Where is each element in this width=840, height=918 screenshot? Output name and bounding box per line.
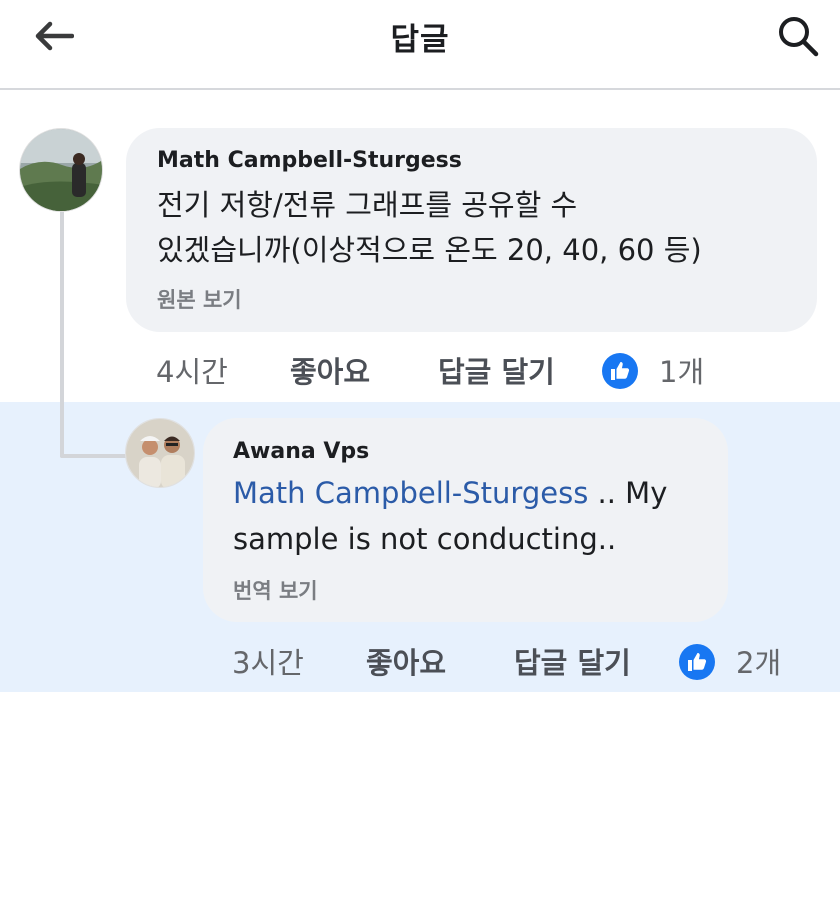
thread-connector	[60, 212, 126, 458]
comment-text-line-1: 전기 저항/전류 그래프를 공유할 수	[157, 188, 578, 222]
like-reaction-icon[interactable]	[678, 643, 716, 681]
reply-button[interactable]: 답글 달기	[438, 349, 555, 391]
page-title: 답글	[390, 22, 450, 58]
reaction-count[interactable]: 2개	[736, 640, 781, 682]
reply-text-inline: .. My	[588, 476, 668, 510]
comment-text-line-2: 있겠습니까(이상적으로 온도 20, 40, 60 등)	[157, 233, 702, 267]
reply-timestamp: 3시간	[232, 646, 304, 680]
reply-text-line-1: Math Campbell-Sturgess .. My	[233, 471, 667, 516]
search-button[interactable]	[770, 10, 826, 62]
mention-link[interactable]: Math Campbell-Sturgess	[233, 476, 588, 510]
see-translation-link[interactable]: 번역 보기	[233, 575, 318, 605]
reply-text-line-2: sample is not conducting..	[233, 522, 617, 556]
top-bar: 답글	[0, 0, 840, 90]
avatar[interactable]	[19, 128, 103, 212]
like-reaction-icon[interactable]	[601, 352, 639, 390]
comment-author[interactable]: Math Campbell-Sturgess	[157, 148, 462, 173]
reaction-count[interactable]: 1개	[659, 349, 704, 391]
like-button[interactable]: 좋아요	[290, 349, 370, 391]
see-original-link[interactable]: 원본 보기	[157, 284, 242, 314]
like-button[interactable]: 좋아요	[366, 640, 446, 682]
reply-author[interactable]: Awana Vps	[233, 439, 369, 464]
comment-timestamp: 4시간	[156, 355, 228, 389]
search-icon	[779, 17, 819, 57]
avatar[interactable]	[125, 418, 195, 488]
reply-button[interactable]: 답글 달기	[514, 640, 631, 682]
